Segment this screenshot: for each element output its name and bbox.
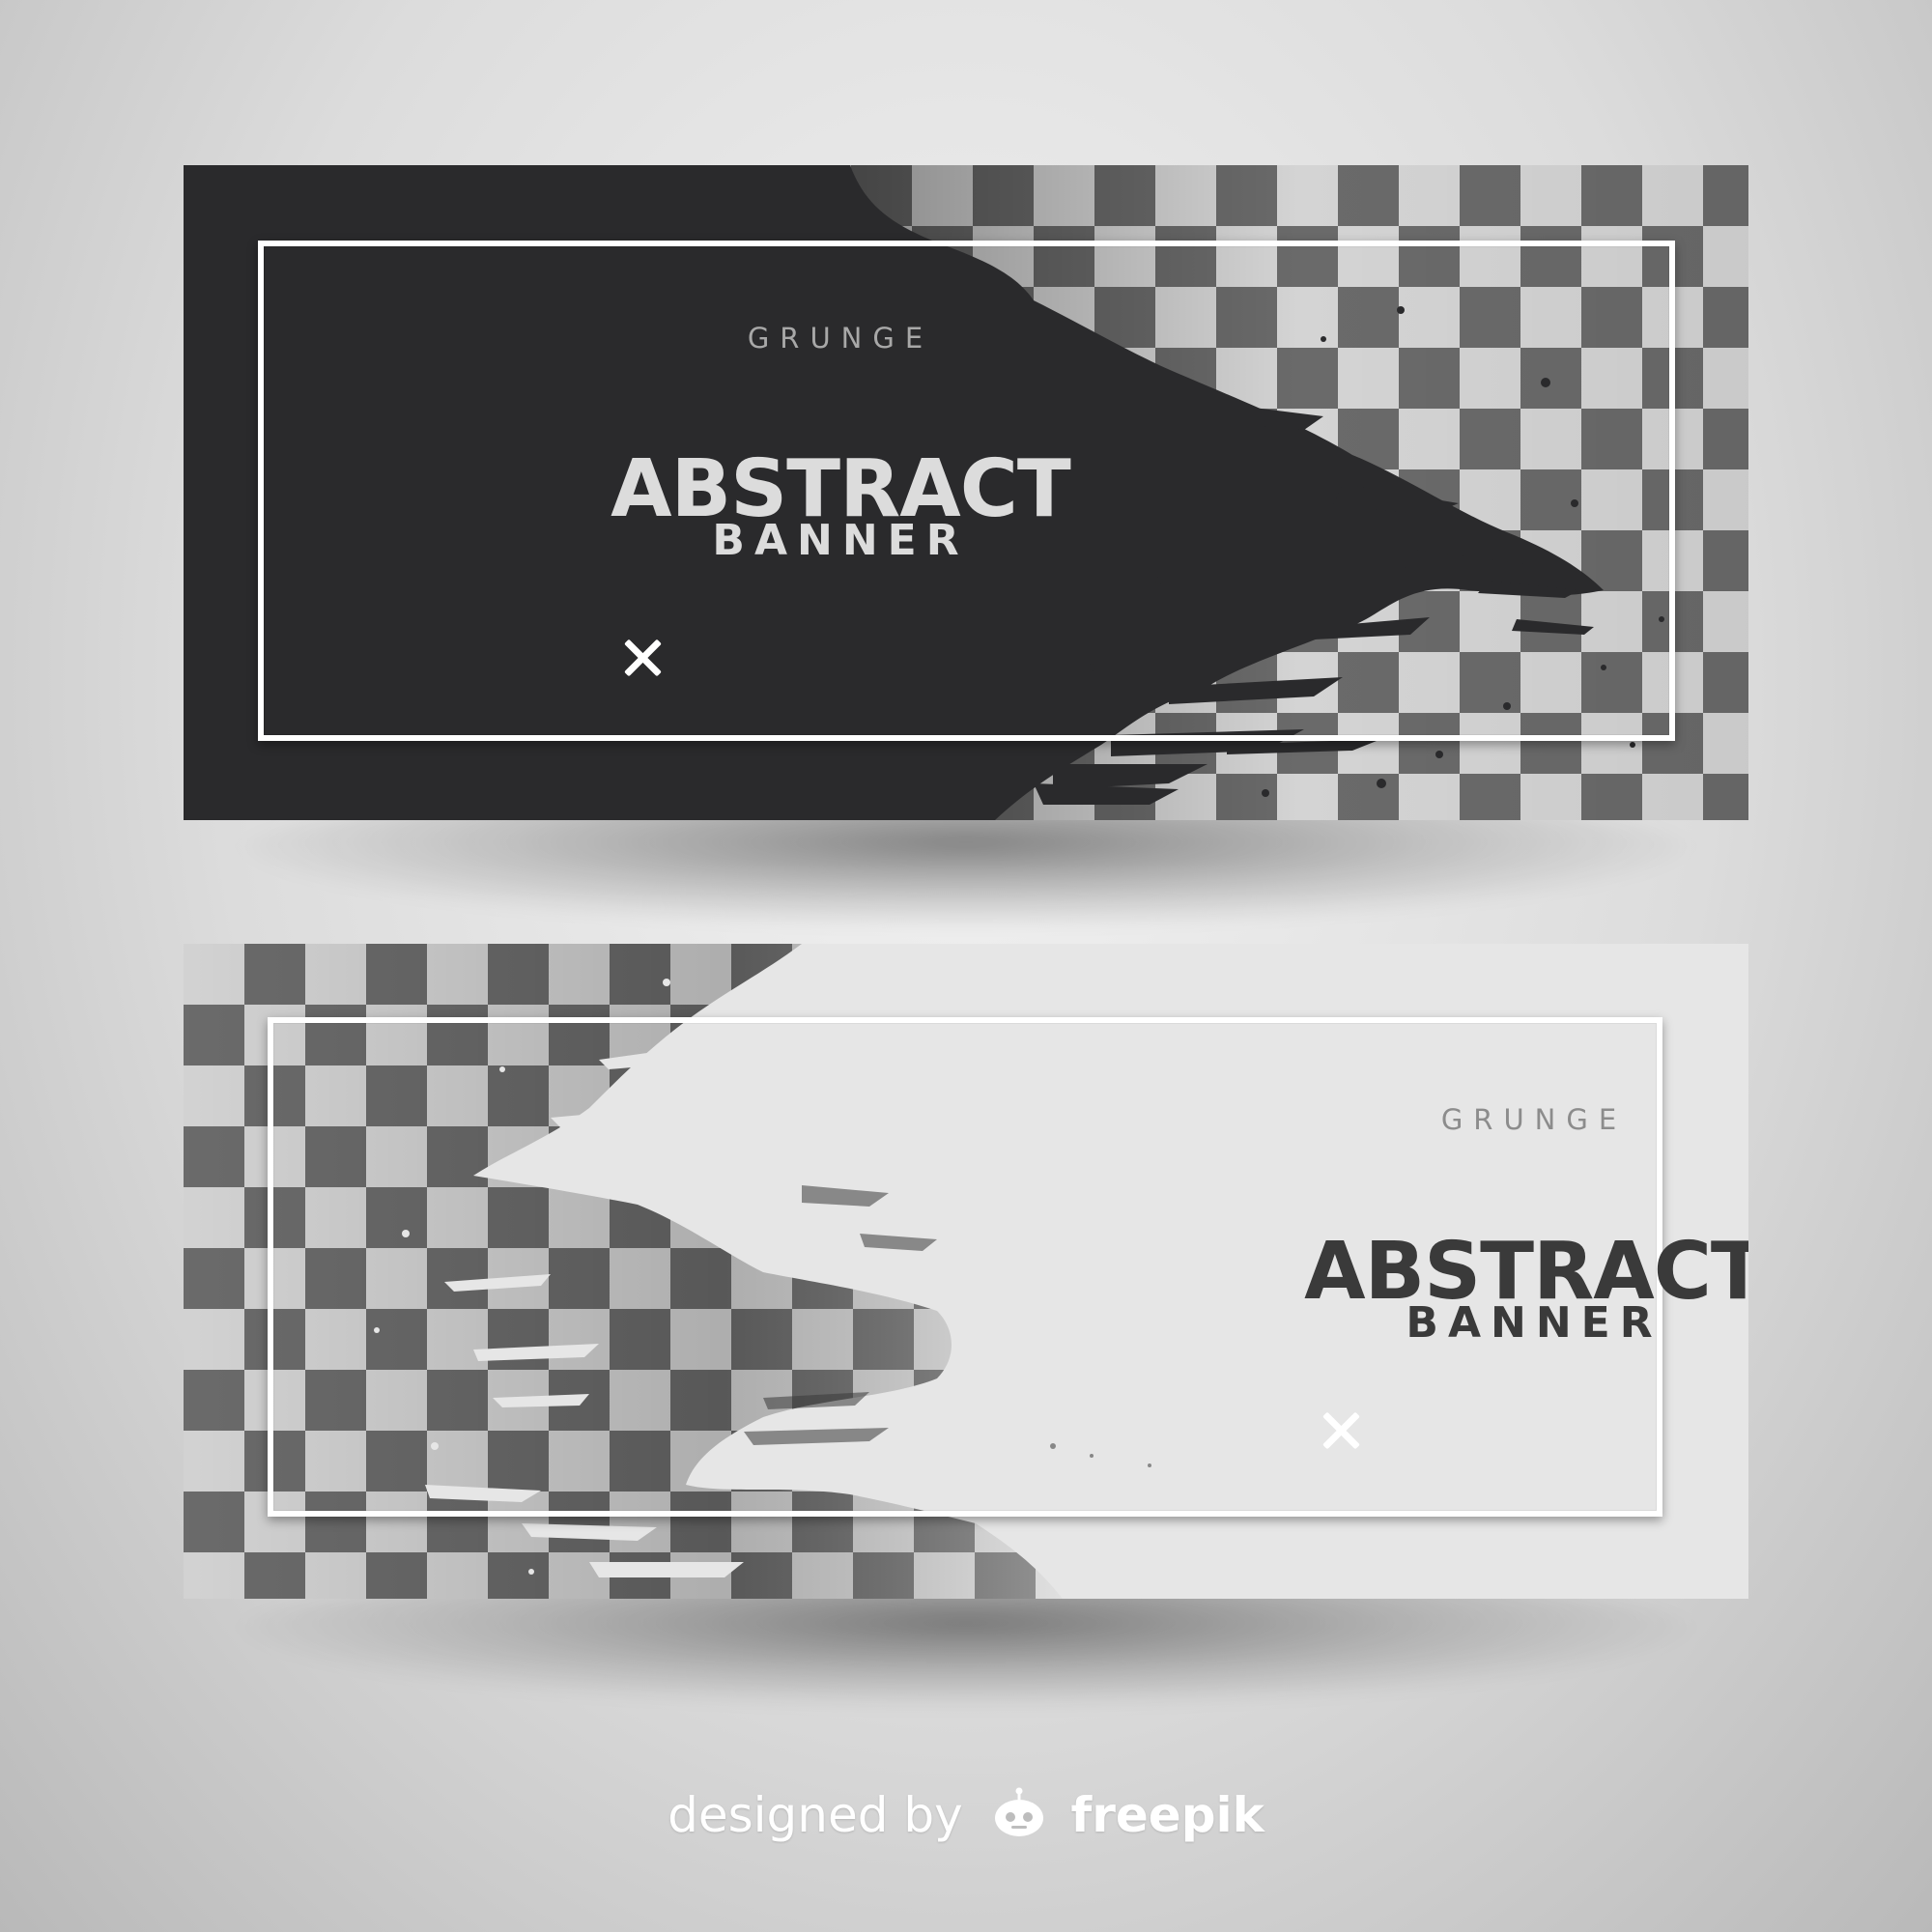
designer-credit: designed by freepik bbox=[0, 1787, 1932, 1849]
credit-brand: freepik bbox=[1070, 1787, 1264, 1843]
freepik-logo-icon bbox=[992, 1787, 1046, 1849]
close-icon[interactable] bbox=[1321, 1411, 1360, 1450]
abstract-banner-light: GRUNGE ABSTRACT BANNER bbox=[184, 944, 1748, 1599]
banner-subheadline: BANNER bbox=[1406, 1298, 1662, 1348]
banner-kicker: GRUNGE bbox=[747, 322, 934, 355]
banner-kicker: GRUNGE bbox=[1440, 1103, 1628, 1136]
abstract-banner-dark: GRUNGE ABSTRACT BANNER bbox=[184, 165, 1748, 820]
close-icon[interactable] bbox=[623, 639, 662, 677]
banner-subheadline: BANNER bbox=[712, 516, 969, 565]
credit-prefix: designed by bbox=[668, 1787, 963, 1843]
